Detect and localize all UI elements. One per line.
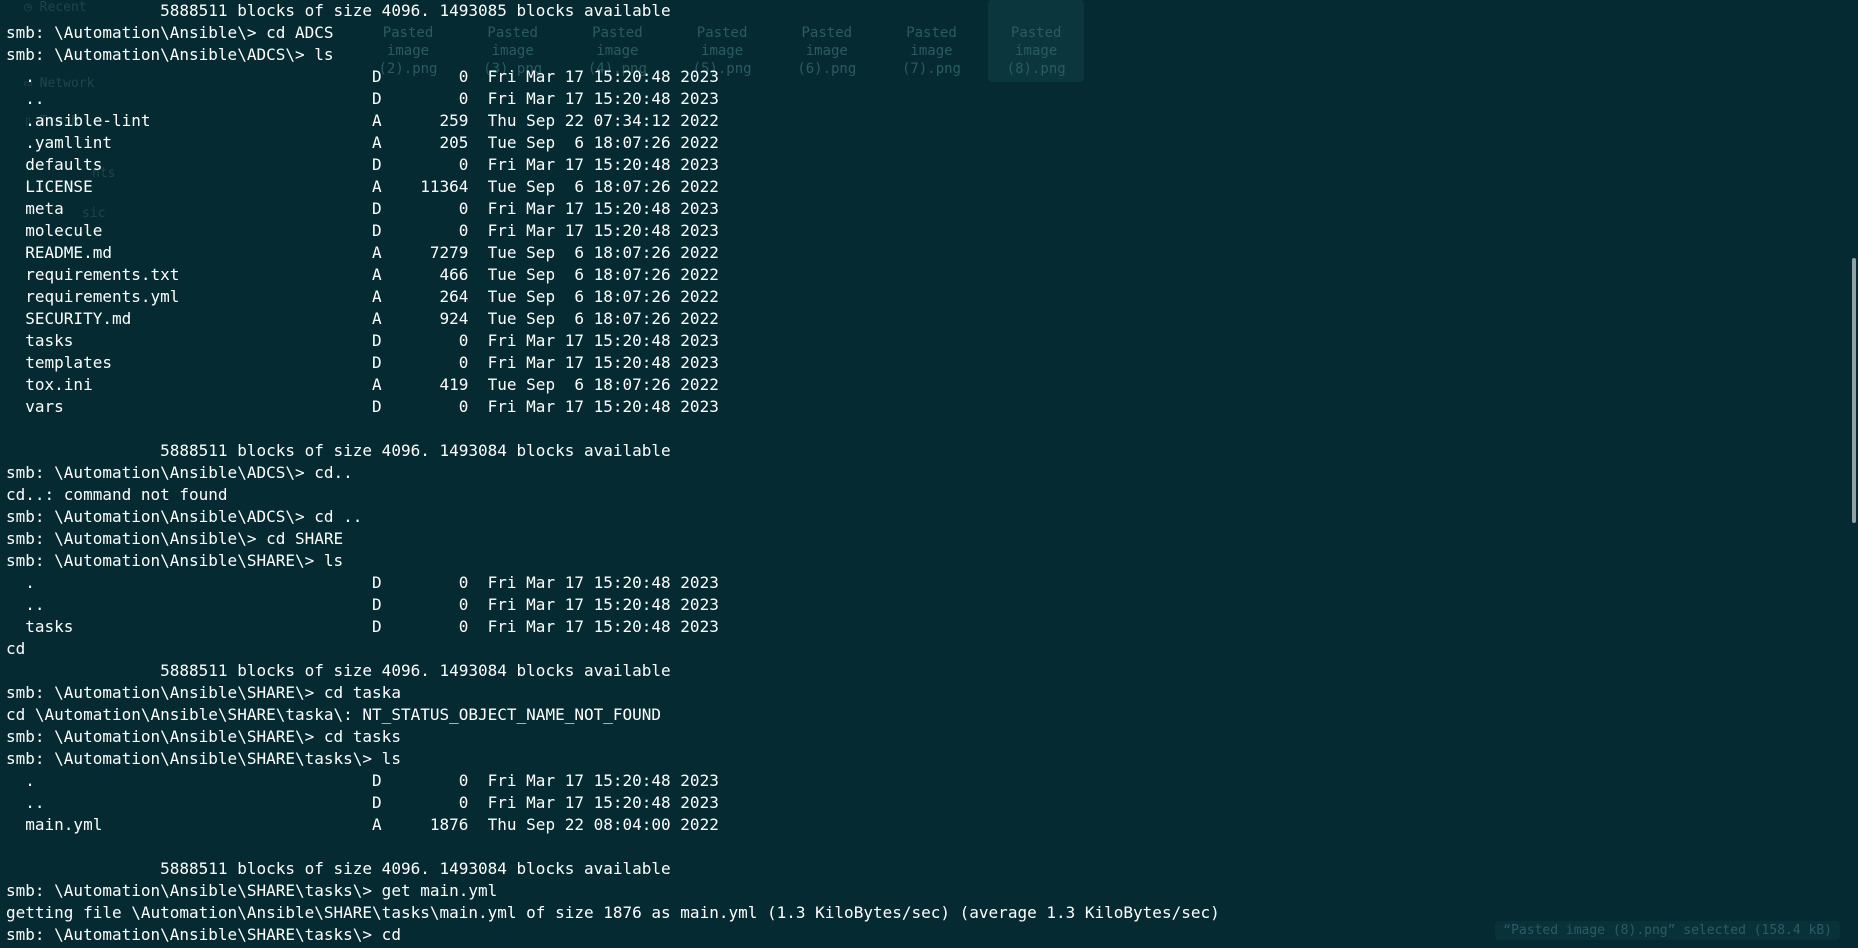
terminal-line: smb: \Automation\Ansible\ADCS\> ls: [6, 45, 334, 64]
terminal-line: 5888511 blocks of size 4096. 1493085 blo…: [6, 1, 671, 20]
terminal-line: smb: \Automation\Ansible\SHARE\tasks\> c…: [6, 925, 401, 944]
terminal-line: requirements.yml A 264 Tue Sep 6 18:07:2…: [6, 287, 719, 306]
terminal-line: .. D 0 Fri Mar 17 15:20:48 2023: [6, 793, 719, 812]
terminal-line: LICENSE A 11364 Tue Sep 6 18:07:26 2022: [6, 177, 719, 196]
terminal-line: smb: \Automation\Ansible\> cd SHARE: [6, 529, 344, 548]
terminal-line: tasks D 0 Fri Mar 17 15:20:48 2023: [6, 331, 719, 350]
terminal-line: cd \Automation\Ansible\SHARE\taska\: NT_…: [6, 705, 662, 724]
terminal-line: cd..: command not found: [6, 485, 228, 504]
terminal-line: vars D 0 Fri Mar 17 15:20:48 2023: [6, 397, 719, 416]
terminal-line: smb: \Automation\Ansible\SHARE\> cd task…: [6, 727, 401, 746]
terminal-line: getting file \Automation\Ansible\SHARE\t…: [6, 903, 1220, 922]
terminal-line: smb: \Automation\Ansible\SHARE\tasks\> g…: [6, 881, 498, 900]
terminal-line: tox.ini A 419 Tue Sep 6 18:07:26 2022: [6, 375, 719, 394]
terminal-line: main.yml A 1876 Thu Sep 22 08:04:00 2022: [6, 815, 719, 834]
terminal-line: tasks D 0 Fri Mar 17 15:20:48 2023: [6, 617, 719, 636]
terminal-line: smb: \Automation\Ansible\SHARE\> ls: [6, 551, 344, 570]
terminal-line: . D 0 Fri Mar 17 15:20:48 2023: [6, 67, 719, 86]
terminal-line: cd: [6, 639, 26, 658]
terminal-output[interactable]: 5888511 blocks of size 4096. 1493085 blo…: [0, 0, 1858, 948]
terminal-scrollbar[interactable]: [1852, 258, 1856, 523]
terminal-line: defaults D 0 Fri Mar 17 15:20:48 2023: [6, 155, 719, 174]
terminal-line: .. D 0 Fri Mar 17 15:20:48 2023: [6, 595, 719, 614]
terminal-line: smb: \Automation\Ansible\ADCS\> cd ..: [6, 507, 363, 526]
terminal-line: SECURITY.md A 924 Tue Sep 6 18:07:26 202…: [6, 309, 719, 328]
terminal-line: requirements.txt A 466 Tue Sep 6 18:07:2…: [6, 265, 719, 284]
terminal-line: .. D 0 Fri Mar 17 15:20:48 2023: [6, 89, 719, 108]
terminal-line: .yamllint A 205 Tue Sep 6 18:07:26 2022: [6, 133, 719, 152]
terminal-line: smb: \Automation\Ansible\SHARE\> cd task…: [6, 683, 401, 702]
terminal-line: smb: \Automation\Ansible\SHARE\tasks\> l…: [6, 749, 401, 768]
terminal-line: README.md A 7279 Tue Sep 6 18:07:26 2022: [6, 243, 719, 262]
terminal-line: . D 0 Fri Mar 17 15:20:48 2023: [6, 573, 719, 592]
terminal-line: molecule D 0 Fri Mar 17 15:20:48 2023: [6, 221, 719, 240]
terminal-line: . D 0 Fri Mar 17 15:20:48 2023: [6, 771, 719, 790]
terminal-line: smb: \Automation\Ansible\> cd ADCS: [6, 23, 334, 42]
terminal-line: 5888511 blocks of size 4096. 1493084 blo…: [6, 661, 671, 680]
terminal-line: templates D 0 Fri Mar 17 15:20:48 2023: [6, 353, 719, 372]
terminal-line: .ansible-lint A 259 Thu Sep 22 07:34:12 …: [6, 111, 719, 130]
terminal-line: meta D 0 Fri Mar 17 15:20:48 2023: [6, 199, 719, 218]
terminal-line: smb: \Automation\Ansible\ADCS\> cd..: [6, 463, 353, 482]
terminal-line: 5888511 blocks of size 4096. 1493084 blo…: [6, 441, 671, 460]
terminal-line: 5888511 blocks of size 4096. 1493084 blo…: [6, 859, 671, 878]
